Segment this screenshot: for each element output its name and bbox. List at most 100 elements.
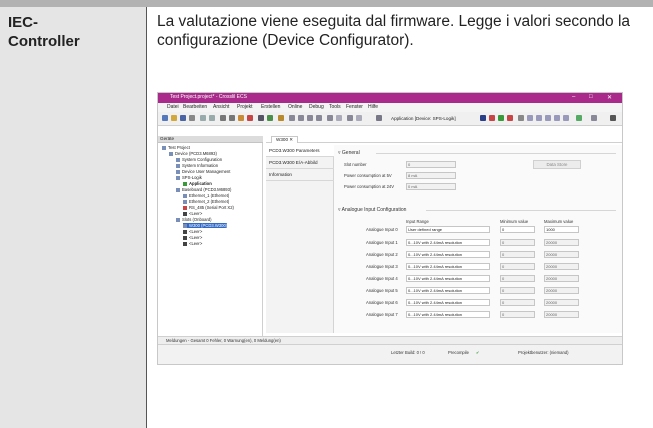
minimum-value-input[interactable]: 0 <box>500 275 535 282</box>
outdent-icon[interactable] <box>298 115 304 121</box>
tree-item[interactable]: Device User Management <box>176 169 230 174</box>
settings-icon[interactable] <box>591 115 597 121</box>
input-range-select[interactable]: 0...10V with 2.44mA resolution <box>406 275 490 282</box>
maximum-value-input[interactable]: 20000 <box>544 239 579 246</box>
tree-item[interactable]: SPS-Logik <box>176 175 202 180</box>
input-range-select[interactable]: 0...10V with 2.44mA resolution <box>406 311 490 318</box>
stop-icon[interactable] <box>507 115 513 121</box>
tree-item[interactable]: System Information <box>176 163 218 168</box>
tree-item[interactable]: <Leer> <box>183 211 202 216</box>
minimum-value-input[interactable]: 0 <box>500 287 535 294</box>
find-icon[interactable] <box>258 115 264 121</box>
minimum-value-input[interactable]: 0 <box>500 311 535 318</box>
menu-item-projekt[interactable]: Projekt <box>237 104 253 110</box>
uncomment-icon[interactable] <box>316 115 322 121</box>
menu-item-hilfe[interactable]: Hilfe <box>368 104 378 110</box>
module-icon[interactable] <box>347 115 353 121</box>
run-icon[interactable] <box>498 115 504 121</box>
messages-bar[interactable]: Meldungen - Gesamt 0 Fehler, 0 Warnung(e… <box>158 336 622 344</box>
tree-item[interactable]: Ethernet_2 (Ethernet) <box>183 199 229 204</box>
menu-item-debug[interactable]: Debug <box>309 104 324 110</box>
config-icon[interactable] <box>376 115 382 121</box>
tree-item[interactable]: W300 (PCD3.W300) <box>183 223 228 228</box>
tree-item[interactable]: Test Project <box>162 145 190 150</box>
tree-item[interactable]: Application <box>183 181 212 186</box>
menu-item-fenster[interactable]: Fenster <box>346 104 363 110</box>
maximum-value-input[interactable]: 20000 <box>544 263 579 270</box>
cut-icon[interactable] <box>220 115 226 121</box>
maximum-value-input[interactable]: 20000 <box>544 311 579 318</box>
step-out-icon[interactable] <box>545 115 551 121</box>
step-over-icon[interactable] <box>527 115 533 121</box>
tree-item[interactable]: System Configuration <box>176 157 222 162</box>
maximum-value-input[interactable]: 20000 <box>544 287 579 294</box>
force-icon[interactable] <box>563 115 569 121</box>
power-5v-field[interactable]: 8 mA <box>406 172 456 179</box>
minimum-value-input[interactable]: 0 <box>500 299 535 306</box>
watch-icon[interactable] <box>336 115 342 121</box>
cycle-icon[interactable] <box>554 115 560 121</box>
open-folder-icon[interactable] <box>171 115 177 121</box>
tree-item[interactable]: <Leer> <box>183 241 202 246</box>
tree-item[interactable]: <Leer> <box>183 229 202 234</box>
input-range-select[interactable]: 0...10V with 2.44mA resolution <box>406 263 490 270</box>
print-icon[interactable] <box>189 115 195 121</box>
save-icon[interactable] <box>180 115 186 121</box>
input-range-select[interactable]: 0...10V with 2.44mA resolution <box>406 299 490 306</box>
minimize-icon[interactable]: – <box>572 94 575 100</box>
undo-icon[interactable] <box>200 115 206 121</box>
logout-icon[interactable] <box>489 115 495 121</box>
build-icon[interactable] <box>278 115 284 121</box>
new-file-icon[interactable] <box>162 115 168 121</box>
delete-icon[interactable] <box>247 115 253 121</box>
breakpoint-icon[interactable] <box>518 115 524 121</box>
slot-number-field[interactable]: 0 <box>406 161 456 168</box>
step-into-icon[interactable] <box>536 115 542 121</box>
grid-icon[interactable] <box>356 115 362 121</box>
input-range-select[interactable]: 0...10V with 2.44mA resolution <box>406 251 490 258</box>
bookmark-icon[interactable] <box>267 115 273 121</box>
subnav-parameters[interactable]: PCD3.W300 Parameters <box>266 145 334 157</box>
minimum-value-input[interactable]: 0 <box>500 263 535 270</box>
close-tab-icon[interactable]: ✕ <box>289 137 293 142</box>
minimum-value-input[interactable]: 0 <box>500 251 535 258</box>
maximum-value-input[interactable]: 20000 <box>544 275 579 282</box>
data-store-button[interactable]: Data Store <box>533 160 581 169</box>
tree-item[interactable]: <Leer> <box>183 235 202 240</box>
indent-icon[interactable] <box>289 115 295 121</box>
tab-w300[interactable]: W300 ✕ <box>271 136 299 143</box>
input-range-select[interactable]: 0...10V with 2.44mA resolution <box>406 287 490 294</box>
comment-icon[interactable] <box>307 115 313 121</box>
menu-item-bearbeiten[interactable]: Bearbeiten <box>183 104 207 110</box>
input-range-select[interactable]: User defined range <box>406 226 490 233</box>
input-range-select[interactable]: 0...10V with 2.44mA resolution <box>406 239 490 246</box>
tree-item[interactable]: Slots (Onboard) <box>176 217 212 222</box>
subnav-io-mapping[interactable]: PCD3.W300 E/A-Abbild <box>266 157 334 169</box>
maximum-value-input[interactable]: 20000 <box>544 299 579 306</box>
tree-item[interactable]: Device (PCD3.M6893) <box>169 151 217 156</box>
maximize-icon[interactable]: □ <box>589 94 593 100</box>
monitor-icon[interactable] <box>576 115 582 121</box>
tree-item[interactable]: Ethernet_1 (Ethernet) <box>183 193 229 198</box>
copy-icon[interactable] <box>229 115 235 121</box>
close-icon[interactable]: ✕ <box>607 94 612 101</box>
menu-item-online[interactable]: Online <box>288 104 302 110</box>
menu-item-ansicht[interactable]: Ansicht <box>213 104 229 110</box>
menu-item-datei[interactable]: Datei <box>167 104 179 110</box>
layout-icon[interactable] <box>327 115 333 121</box>
maximum-value-input[interactable]: 20000 <box>544 251 579 258</box>
minimum-value-input[interactable]: 0 <box>500 226 535 233</box>
menu-item-tools[interactable]: Tools <box>329 104 341 110</box>
menu-item-erstellen[interactable]: Erstellen <box>261 104 280 110</box>
maximum-value-input[interactable]: 1000 <box>544 226 579 233</box>
login-icon[interactable] <box>480 115 486 121</box>
application-selector[interactable]: Application [Device: SPS-Logik] <box>391 116 456 121</box>
pin-icon[interactable] <box>610 115 616 121</box>
paste-icon[interactable] <box>238 115 244 121</box>
subnav-information[interactable]: Information <box>266 169 334 181</box>
tree-item[interactable]: Baseboard (PCD3.M6893) <box>176 187 231 192</box>
power-24v-field[interactable]: 0 mA <box>406 183 456 190</box>
redo-icon[interactable] <box>209 115 215 121</box>
tree-item[interactable]: RS_485 (Serial Port X2) <box>183 205 234 210</box>
minimum-value-input[interactable]: 0 <box>500 239 535 246</box>
